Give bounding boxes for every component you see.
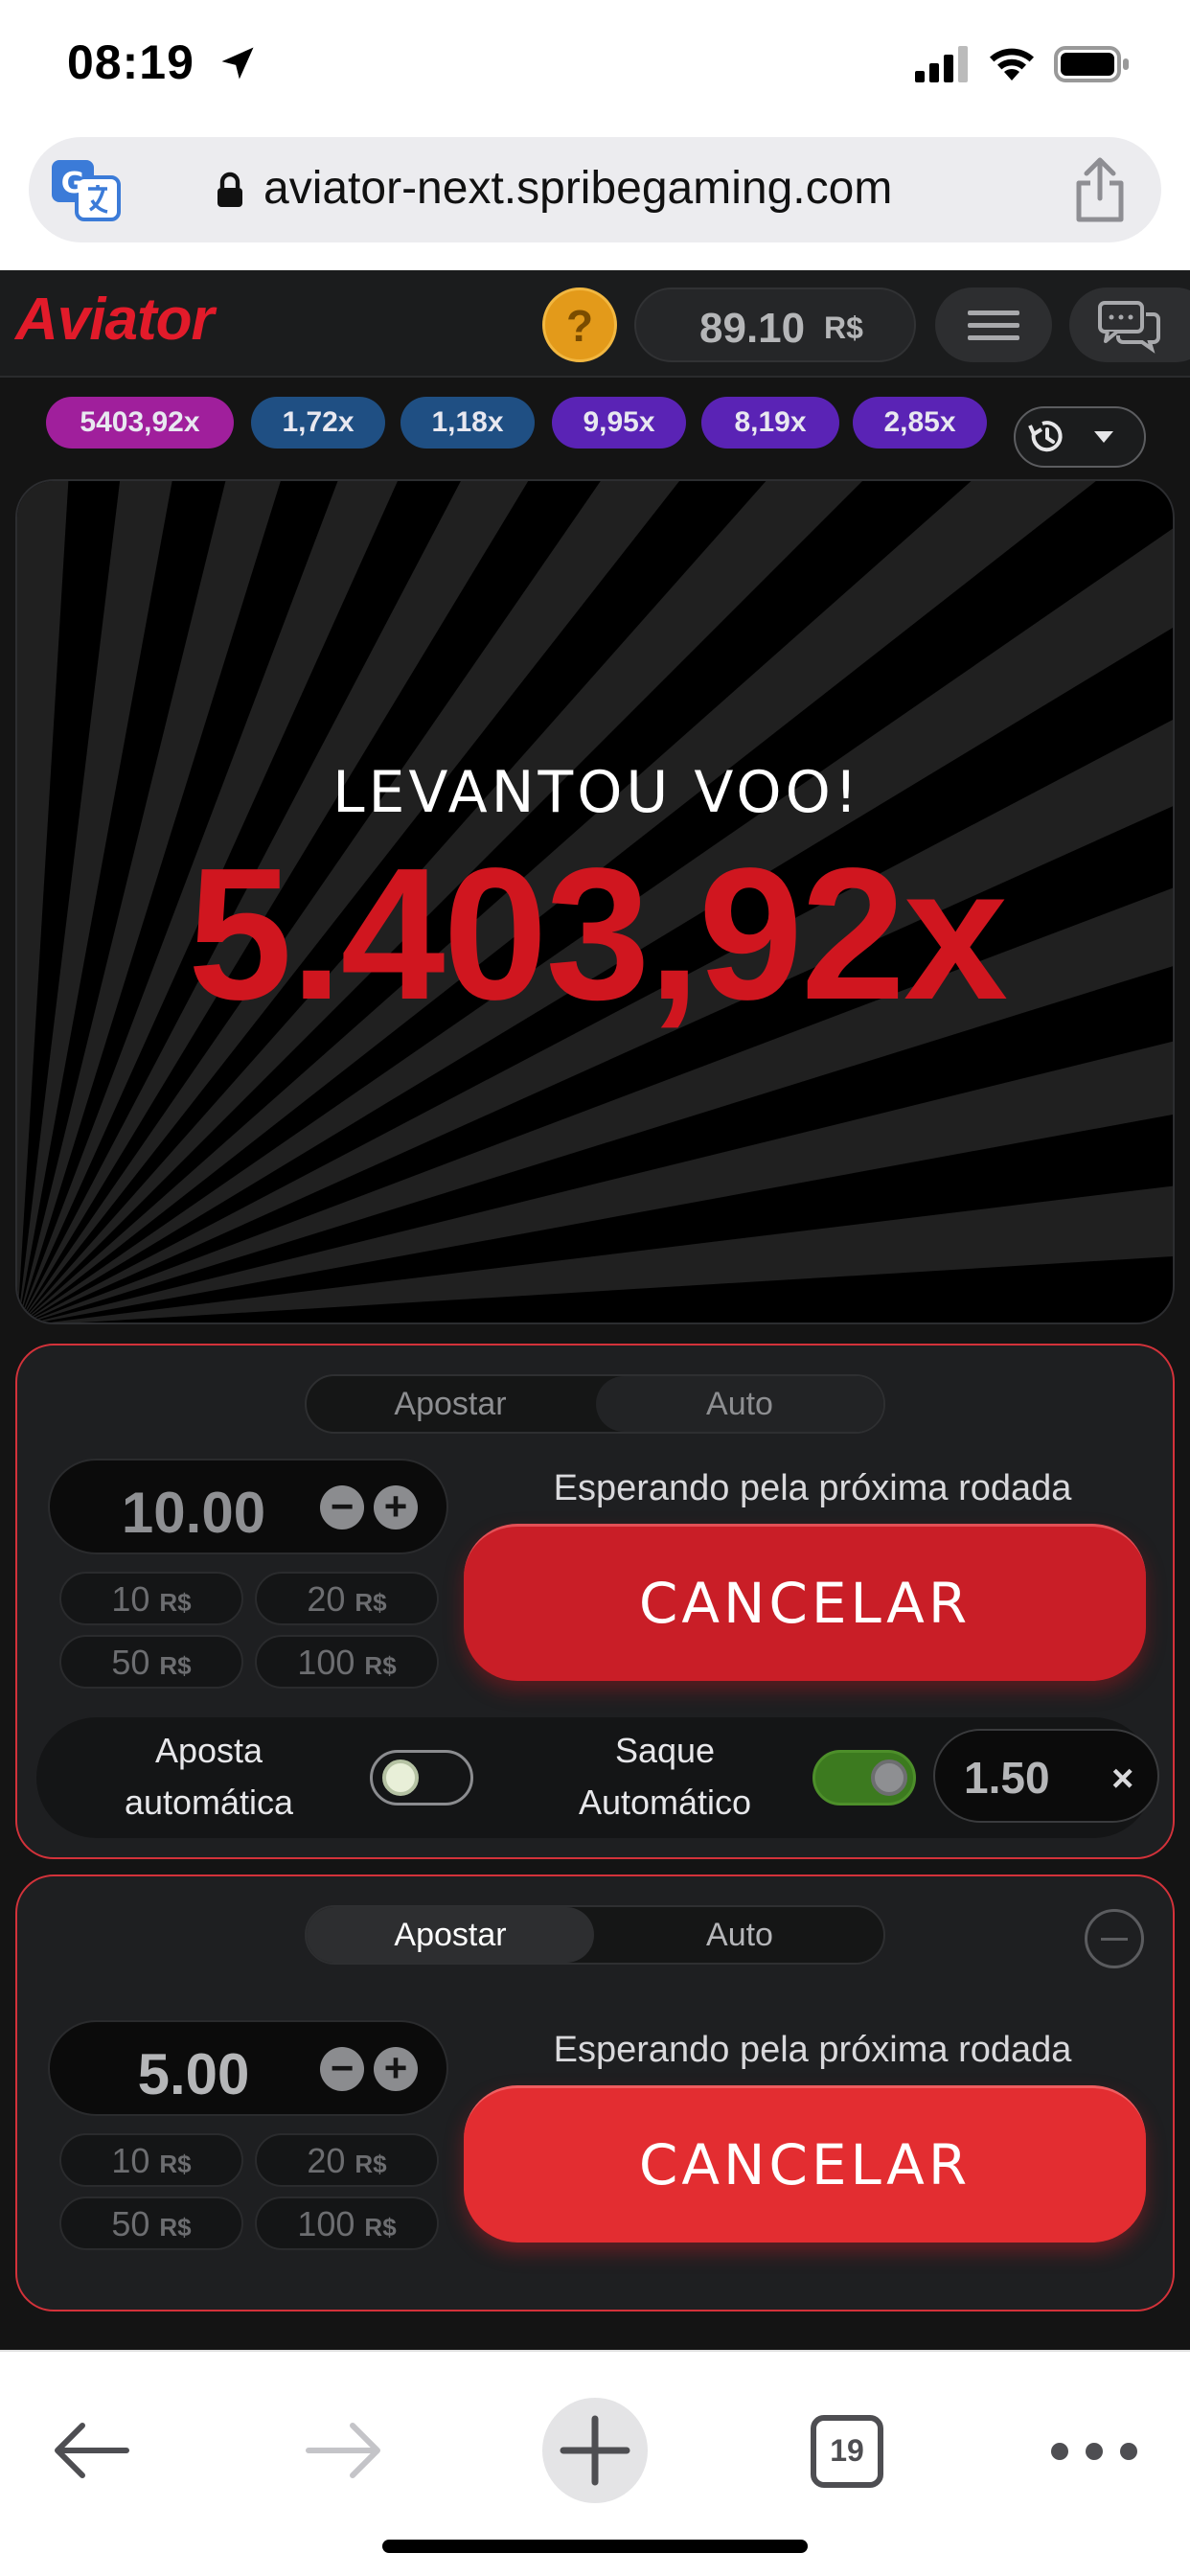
- game-stage: LEVANTOU VOO! 5.403,92x: [15, 479, 1175, 1324]
- url-text[interactable]: aviator-next.spribegaming.com: [263, 162, 892, 215]
- location-arrow-icon: [221, 47, 254, 80]
- status-time: 08:19: [67, 35, 195, 89]
- history-chip[interactable]: 2,85x: [853, 397, 987, 448]
- chat-button[interactable]: [1069, 288, 1190, 362]
- game-container: Aviator ? 89.10 R$ 5403,92x 1,72x 1,18x …: [0, 270, 1190, 2350]
- quick-amount-chip[interactable]: 100 R$: [255, 1635, 439, 1689]
- round-status-label: LEVANTOU VOO!: [332, 759, 861, 826]
- back-arrow-icon[interactable]: [50, 2417, 132, 2484]
- battery-icon: [1054, 46, 1129, 82]
- quick-amount-chip[interactable]: 100 R$: [255, 2196, 439, 2250]
- auto-cashout-label: Saque Automático: [578, 1731, 752, 1822]
- lock-icon: [217, 172, 242, 207]
- tab-count-button[interactable]: 19: [811, 2415, 883, 2488]
- history-chip[interactable]: 1,72x: [251, 397, 385, 448]
- decrease-stake-button[interactable]: −: [320, 2047, 364, 2091]
- plus-icon: +: [383, 1484, 408, 1529]
- hamburger-icon: [968, 310, 1019, 340]
- address-bar[interactable]: G aviator-next.spribegaming.com: [29, 137, 1161, 242]
- share-icon[interactable]: [1071, 156, 1129, 223]
- clear-icon[interactable]: ×: [1111, 1758, 1133, 1801]
- cancel-bet-button[interactable]: CANCELAR: [464, 1524, 1146, 1681]
- waiting-message: Esperando pela próxima rodada: [553, 1468, 1072, 1508]
- bet-mode-tabs: Apostar Auto: [305, 1905, 885, 1965]
- tab-apostar[interactable]: Apostar: [307, 1907, 594, 1963]
- decrease-stake-button[interactable]: −: [320, 1485, 364, 1530]
- browser-toolbar: 19: [0, 2350, 1190, 2576]
- toggle-knob: [871, 1760, 907, 1796]
- history-chip[interactable]: 9,95x: [552, 397, 686, 448]
- balance-display: 89.10 R$: [634, 288, 916, 362]
- quick-amount-chip[interactable]: 50 R$: [59, 1635, 243, 1689]
- wifi-icon: [990, 48, 1034, 80]
- cellular-signal-icon: [915, 46, 968, 82]
- cancel-bet-button[interactable]: CANCELAR: [464, 2085, 1146, 2242]
- toggle-knob: [382, 1760, 419, 1796]
- bet-panel-2: Apostar Auto 5.00 − + 10 R$ 20 R$ 50 R$ …: [15, 1874, 1175, 2312]
- aviator-logo: Aviator: [15, 287, 215, 353]
- stake-value: 10.00: [121, 1481, 266, 1545]
- tab-auto[interactable]: Auto: [596, 1376, 883, 1432]
- stake-input[interactable]: 5.00 − +: [48, 2020, 448, 2116]
- status-bar: 08:19: [0, 0, 1190, 134]
- minus-icon: [1101, 1938, 1128, 1941]
- auto-settings-bar: Aposta automática Saque Automático 1.50 …: [36, 1717, 1159, 1838]
- balance-amount: 89.10: [699, 305, 806, 352]
- tab-apostar[interactable]: Apostar: [307, 1376, 594, 1432]
- auto-cashout-input[interactable]: 1.50 ×: [933, 1729, 1159, 1823]
- chat-icon: [1098, 301, 1160, 354]
- increase-stake-button[interactable]: +: [374, 1485, 418, 1530]
- history-toggle-button[interactable]: [1014, 406, 1146, 468]
- stake-input[interactable]: 10.00 − +: [48, 1459, 448, 1554]
- remove-bet-panel-button[interactable]: [1085, 1909, 1144, 1968]
- more-dots-icon[interactable]: [1041, 2432, 1165, 2471]
- menu-button[interactable]: [935, 288, 1052, 362]
- new-tab-button[interactable]: [542, 2398, 648, 2503]
- home-indicator: [382, 2540, 808, 2553]
- crash-multiplier: 5.403,92x: [188, 829, 1008, 1039]
- auto-bet-toggle[interactable]: [370, 1750, 473, 1806]
- tab-auto[interactable]: Auto: [596, 1907, 883, 1963]
- bet-panel-1: Apostar Auto 10.00 − + 10 R$ 20 R$ 50 R$…: [15, 1344, 1175, 1859]
- auto-cashout-value: 1.50: [964, 1753, 1050, 1803]
- plus-icon: [560, 2415, 630, 2486]
- game-header: Aviator ? 89.10 R$: [0, 270, 1190, 378]
- plus-icon: +: [383, 2045, 408, 2090]
- balance-currency: R$: [824, 310, 863, 345]
- quick-amount-chip[interactable]: 10 R$: [59, 1572, 243, 1625]
- auto-cashout-toggle[interactable]: [812, 1750, 916, 1806]
- history-chip[interactable]: 8,19x: [701, 397, 839, 448]
- history-clock-icon: [1028, 421, 1113, 452]
- history-chip[interactable]: 5403,92x: [46, 397, 234, 448]
- svg-text:G: G: [61, 167, 85, 200]
- waiting-message: Esperando pela próxima rodada: [553, 2030, 1072, 2070]
- forward-arrow-icon[interactable]: [303, 2417, 385, 2484]
- minus-icon: −: [330, 2045, 355, 2090]
- bet-mode-tabs: Apostar Auto: [305, 1374, 885, 1434]
- minus-icon: −: [330, 1484, 355, 1529]
- quick-amount-chip[interactable]: 20 R$: [255, 1572, 439, 1625]
- stake-value: 5.00: [137, 2042, 250, 2106]
- history-chip[interactable]: 1,18x: [400, 397, 535, 448]
- quick-amount-chip[interactable]: 10 R$: [59, 2133, 243, 2187]
- help-icon: ?: [565, 301, 594, 351]
- auto-bet-label: Aposta automática: [124, 1731, 294, 1822]
- increase-stake-button[interactable]: +: [374, 2047, 418, 2091]
- quick-amount-chip[interactable]: 50 R$: [59, 2196, 243, 2250]
- translate-icon[interactable]: G: [50, 154, 123, 227]
- quick-amount-chip[interactable]: 20 R$: [255, 2133, 439, 2187]
- multiplier-history: 5403,92x 1,72x 1,18x 9,95x 8,19x 2,85x: [0, 378, 1190, 458]
- help-button[interactable]: ?: [542, 288, 617, 362]
